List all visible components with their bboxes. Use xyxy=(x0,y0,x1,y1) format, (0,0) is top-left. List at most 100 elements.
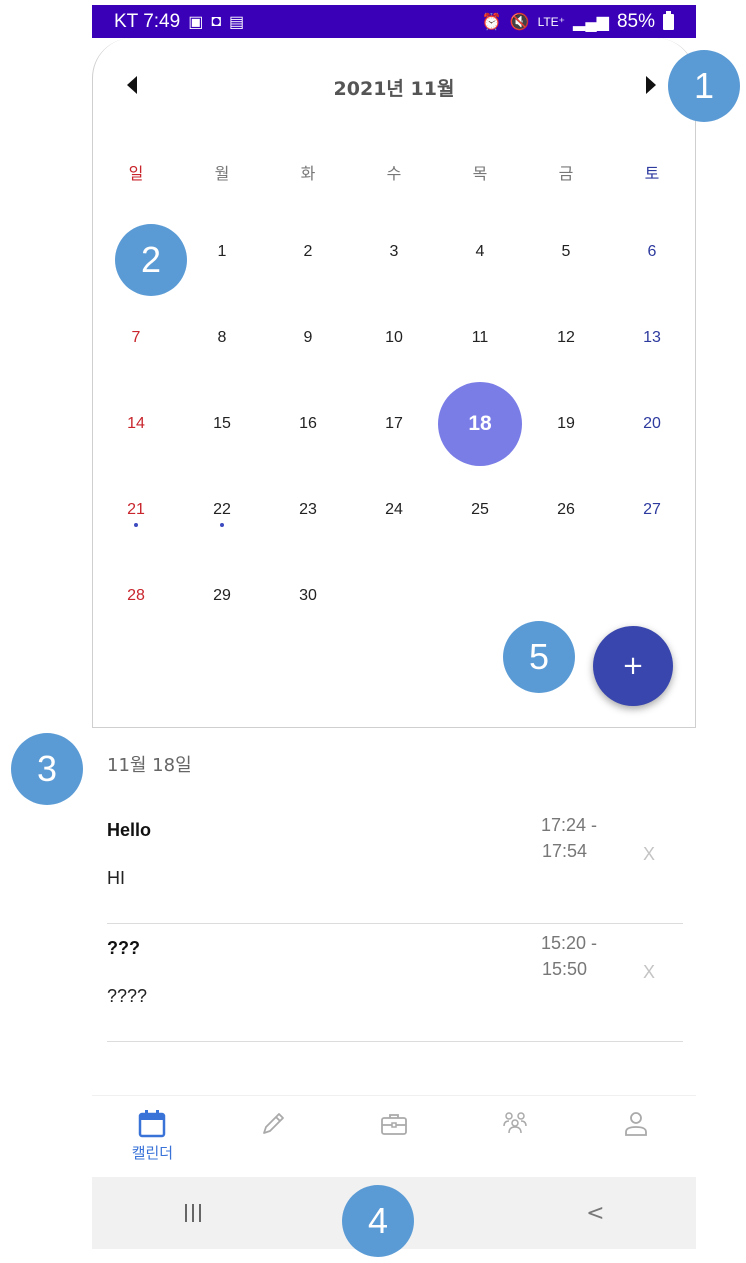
recent-apps-icon xyxy=(184,1204,201,1222)
day-cell[interactable]: 19 xyxy=(523,381,609,467)
day-number: 22 xyxy=(213,501,231,518)
day-cell[interactable]: 30 xyxy=(265,553,351,639)
day-cell[interactable]: 17 xyxy=(351,381,437,467)
day-cell[interactable]: 3 xyxy=(351,209,437,295)
day-number: 5 xyxy=(561,243,571,260)
chart-icon: ▤ xyxy=(229,13,245,31)
day-cell[interactable]: 26 xyxy=(523,467,609,553)
day-number: 14 xyxy=(127,415,145,432)
day-cell[interactable]: 16 xyxy=(265,381,351,467)
event-time-start: 17:24 - xyxy=(540,815,597,835)
annotation-marker-2: 2 xyxy=(115,224,187,296)
day-number: 23 xyxy=(299,501,317,518)
day-cell[interactable]: 20 xyxy=(609,381,695,467)
calendar-week-row: 28 29 30 xyxy=(93,553,695,639)
weekday-fri: 금 xyxy=(558,164,574,183)
calendar-card: 2021년 11월 일 월 화 수 목 금 토 1 2 3 4 5 6 7 8 9 10 11 12 1… xyxy=(92,38,696,728)
annotation-marker-3: 3 xyxy=(11,733,83,805)
status-left: KT 7:49 ▣ ◘ ▤ xyxy=(114,11,244,33)
bottom-nav: 캘린더 xyxy=(92,1095,696,1177)
day-cell[interactable]: 24 xyxy=(351,467,437,553)
event-title: ??? xyxy=(107,938,140,958)
empty-day-cell xyxy=(351,553,437,639)
empty-day-cell xyxy=(437,553,523,639)
day-cell[interactable]: 27 xyxy=(609,467,695,553)
carrier-time: KT 7:49 xyxy=(114,10,181,32)
group-icon xyxy=(503,1112,527,1134)
event-time-end: 17:54 xyxy=(541,841,587,861)
nav-item-group[interactable] xyxy=(454,1096,575,1177)
weekday-sun: 일 xyxy=(128,164,144,183)
day-number: 11 xyxy=(471,329,489,346)
day-cell[interactable]: 21 xyxy=(93,467,179,553)
day-cell[interactable]: 14 xyxy=(93,381,179,467)
day-cell[interactable]: 11 xyxy=(437,295,523,381)
day-cell[interactable]: 6 xyxy=(609,209,695,295)
day-number: 12 xyxy=(557,329,575,346)
day-number: 3 xyxy=(389,243,399,260)
nav-item-write[interactable] xyxy=(213,1096,334,1177)
empty-day-cell xyxy=(609,553,695,639)
day-cell[interactable]: 22 xyxy=(179,467,265,553)
day-cell[interactable]: 2 xyxy=(265,209,351,295)
day-cell[interactable]: 7 xyxy=(93,295,179,381)
day-cell[interactable]: 4 xyxy=(437,209,523,295)
calendar-icon xyxy=(139,1110,166,1138)
nav-item-profile[interactable] xyxy=(575,1096,696,1177)
day-number: 4 xyxy=(475,243,485,260)
day-number: 8 xyxy=(217,329,227,346)
day-cell[interactable]: 18 xyxy=(437,381,523,467)
event-time: 15:20 - 15:50 xyxy=(507,930,597,982)
day-cell[interactable]: 8 xyxy=(179,295,265,381)
event-time-start: 15:20 - xyxy=(540,933,597,953)
day-number: 2 xyxy=(303,243,313,260)
day-cell[interactable]: 29 xyxy=(179,553,265,639)
day-cell[interactable]: 5 xyxy=(523,209,609,295)
event-dot-indicator xyxy=(134,523,138,527)
day-number: 29 xyxy=(213,587,231,604)
network-label: LTE⁺ xyxy=(537,14,566,29)
day-number: 27 xyxy=(643,501,661,518)
day-cell[interactable]: 13 xyxy=(609,295,695,381)
arrow-right-icon xyxy=(646,76,656,94)
day-cell[interactable]: 15 xyxy=(179,381,265,467)
back-button[interactable]: < xyxy=(565,1193,625,1233)
annotation-marker-1: 1 xyxy=(668,50,740,122)
day-cell[interactable]: 12 xyxy=(523,295,609,381)
calendar-week-row: 7 8 9 10 11 12 13 xyxy=(93,295,695,381)
day-cell[interactable]: 28 xyxy=(93,553,179,639)
event-time-end: 15:50 xyxy=(541,959,587,979)
delete-event-button[interactable]: X xyxy=(643,844,655,865)
day-cell[interactable]: 10 xyxy=(351,295,437,381)
delete-event-button[interactable]: X xyxy=(643,962,655,983)
recent-apps-button[interactable] xyxy=(163,1193,223,1233)
calendar-week-row: 14 15 16 17 18 19 20 xyxy=(93,381,695,467)
weekday-thu: 목 xyxy=(472,164,488,183)
add-event-button[interactable]: + xyxy=(593,626,673,706)
event-item[interactable]: ??? ???? 15:20 - 15:50 X xyxy=(107,924,683,1042)
day-cell[interactable]: 25 xyxy=(437,467,523,553)
day-cell[interactable]: 1 xyxy=(179,209,265,295)
back-icon: < xyxy=(586,1200,605,1226)
event-item[interactable]: Hello HI 17:24 - 17:54 X xyxy=(107,806,683,924)
event-title: Hello xyxy=(107,820,152,840)
day-number: 19 xyxy=(557,415,575,432)
gallery-icon: ▣ xyxy=(188,13,204,31)
message-icon: ◘ xyxy=(211,12,221,30)
next-month-button[interactable] xyxy=(646,74,666,96)
day-number: 18 xyxy=(468,412,492,435)
day-number: 13 xyxy=(643,329,661,346)
nav-item-calendar[interactable]: 캘린더 xyxy=(92,1096,213,1177)
day-number: 16 xyxy=(299,415,317,432)
weekday-wed: 수 xyxy=(386,164,402,183)
day-number: 1 xyxy=(217,243,227,260)
annotation-marker-4: 4 xyxy=(342,1185,414,1257)
day-number: 26 xyxy=(557,501,575,518)
month-title: 2021년 11월 xyxy=(333,78,455,100)
event-description: ???? xyxy=(107,986,148,1006)
day-cell[interactable]: 9 xyxy=(265,295,351,381)
pencil-icon xyxy=(263,1113,285,1134)
nav-item-work[interactable] xyxy=(334,1096,455,1177)
day-cell[interactable]: 23 xyxy=(265,467,351,553)
day-number: 6 xyxy=(647,243,657,260)
